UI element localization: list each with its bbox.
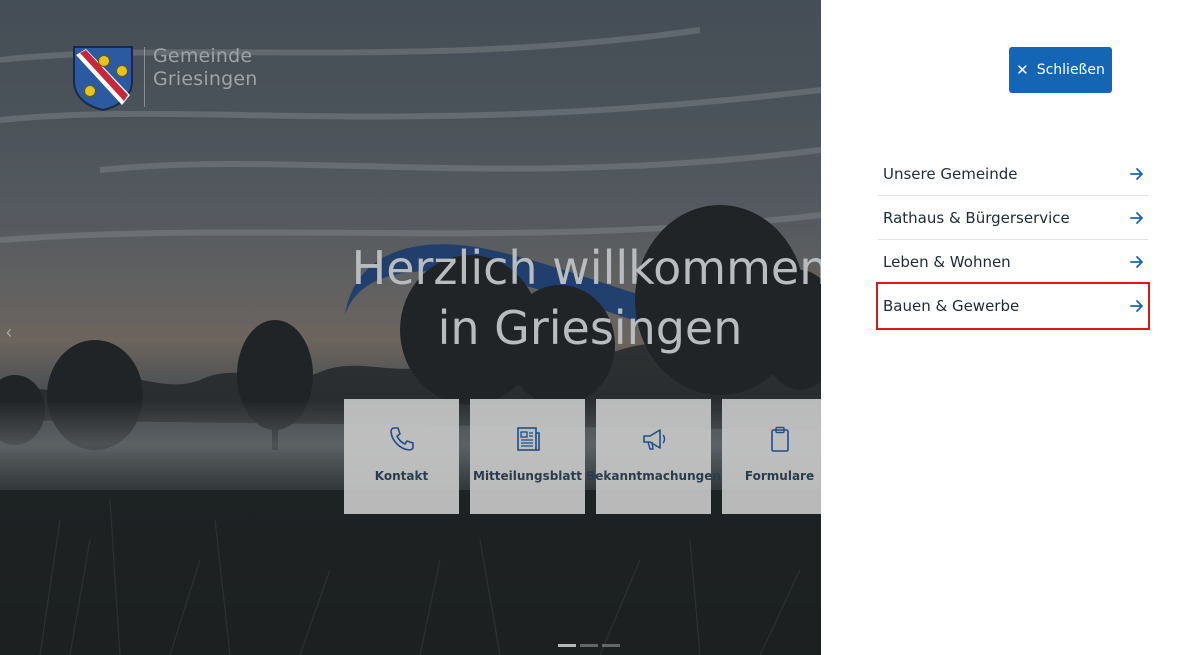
quick-link-mitteilungsblatt[interactable]: Mitteilungsblatt — [470, 399, 585, 514]
quick-links: Kontakt Mitteilungsblatt Bekanntmachunge… — [344, 399, 821, 514]
quick-link-bekanntmachungen[interactable]: Bekanntmachungen — [586, 399, 721, 514]
phone-icon — [389, 427, 414, 451]
close-icon: ✕ — [1016, 61, 1029, 79]
logo-divider — [144, 47, 145, 107]
quick-link-label: Formulare — [744, 469, 815, 483]
close-button-label: Schließen — [1036, 62, 1105, 78]
main-navigation: Unsere Gemeinde Rathaus & Bürgerservice … — [876, 152, 1150, 330]
logo-line2: Griesingen — [153, 68, 258, 90]
clipboard-icon — [770, 426, 789, 452]
carousel-indicators — [558, 644, 620, 647]
carousel-prev-icon[interactable]: ‹ — [6, 322, 12, 343]
arrow-right-icon — [1130, 255, 1143, 268]
nav-item-label: Leben & Wohnen — [883, 252, 1011, 271]
nav-item-label: Unsere Gemeinde — [883, 164, 1018, 183]
carousel-dot[interactable] — [602, 644, 620, 647]
arrow-right-icon — [1130, 167, 1143, 180]
arrow-right-icon — [1130, 300, 1143, 312]
logo-line1: Gemeinde — [153, 45, 253, 67]
nav-item-label: Rathaus & Bürgerservice — [883, 208, 1070, 227]
welcome-heading: Herzlich willkommen in Griesingen — [330, 238, 821, 358]
newspaper-icon — [516, 427, 540, 451]
navigation-panel: ✕ Schließen Unsere Gemeinde Rathaus & Bü… — [821, 0, 1180, 655]
site-logo[interactable]: Gemeinde Griesingen — [72, 45, 258, 111]
nav-item-label: Bauen & Gewerbe — [883, 297, 1020, 315]
arrow-right-icon — [1130, 211, 1143, 224]
hero-section: Gemeinde Griesingen Herzlich willkommen … — [0, 0, 821, 655]
carousel-dot[interactable] — [558, 644, 576, 647]
nav-item-leben-wohnen[interactable]: Leben & Wohnen — [878, 240, 1148, 284]
megaphone-icon — [642, 429, 665, 450]
nav-item-bauen-gewerbe[interactable]: Bauen & Gewerbe — [876, 282, 1150, 330]
welcome-line2: in Griesingen — [437, 301, 743, 355]
nav-item-rathaus-buergerservice[interactable]: Rathaus & Bürgerservice — [878, 196, 1148, 240]
quick-link-label: Bekanntmachungen — [586, 469, 721, 483]
carousel-dot[interactable] — [580, 644, 598, 647]
quick-link-formulare[interactable]: Formulare — [722, 399, 821, 514]
quick-link-label: Kontakt — [374, 469, 429, 483]
logo-text: Gemeinde Griesingen — [153, 45, 258, 91]
quick-link-label: Mitteilungsblatt — [473, 469, 582, 483]
nav-item-unsere-gemeinde[interactable]: Unsere Gemeinde — [878, 152, 1148, 196]
welcome-line1: Herzlich willkommen — [351, 241, 821, 295]
close-button[interactable]: ✕ Schließen — [1009, 47, 1112, 93]
quick-link-kontakt[interactable]: Kontakt — [344, 399, 459, 514]
coat-of-arms-icon — [73, 46, 133, 111]
